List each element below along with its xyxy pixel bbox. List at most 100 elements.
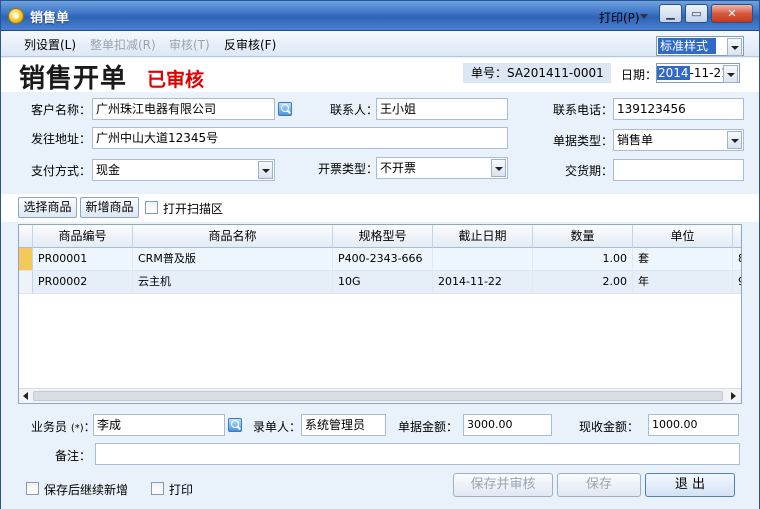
required-marker: (*) — [70, 423, 84, 434]
column-header[interactable]: 单位 — [633, 225, 733, 248]
address-label: 发往地址： — [31, 132, 92, 146]
cell-spec[interactable]: P400-2343-666 — [333, 248, 433, 270]
phone-field[interactable]: 139123456 — [613, 98, 744, 120]
cell-qty[interactable]: 2.00 — [533, 271, 633, 293]
current-row-indicator — [19, 248, 33, 270]
doc-amount-label: 单据金额： — [398, 420, 459, 434]
cell-spec[interactable]: 10G — [333, 271, 433, 293]
salesman-label-text: 业务员 — [31, 420, 68, 434]
delivery-label: 交货期： — [565, 164, 614, 178]
unapprove-menu[interactable]: 反审核(F) — [224, 36, 276, 53]
cell-unit[interactable]: 年 — [633, 271, 733, 293]
row-indicator-header — [19, 225, 33, 248]
search-icon[interactable] — [228, 418, 242, 432]
column-header[interactable]: 截止日期 — [433, 225, 533, 248]
app-icon — [8, 8, 24, 24]
cell-code[interactable]: PR00001 — [33, 248, 133, 270]
save-and-approve-button[interactable]: 保存并审核 — [453, 473, 553, 497]
toolbar: 列设置(L) 整单扣减(R) 审核(T) 反审核(F) — [1, 31, 759, 57]
scan-area-checkbox[interactable] — [145, 201, 158, 214]
chevron-down-icon[interactable] — [258, 161, 273, 179]
cell-overflow[interactable]: 9 — [733, 271, 741, 293]
cell-code[interactable]: PR00002 — [33, 271, 133, 293]
maximize-button[interactable]: ▭ — [685, 4, 708, 23]
doc-number: 单号：SA201411-0001 — [463, 63, 611, 83]
close-button[interactable]: ✕ — [711, 4, 753, 23]
column-settings-menu[interactable]: 列设置(L) — [24, 36, 76, 53]
chevron-down-icon[interactable] — [727, 131, 742, 149]
item-button-bar: 选择商品 新增商品 打开扫描区 — [1, 194, 759, 222]
invoice-select[interactable]: 不开票 — [376, 157, 508, 179]
product-grid: 商品编号 商品名称 规格型号 截止日期 数量 单位 PR00001 CRM普及版… — [18, 224, 742, 404]
print-style-value: 标准样式 — [658, 38, 716, 54]
received-field[interactable]: 1000.00 — [648, 414, 739, 436]
cell-unit[interactable]: 套 — [633, 248, 733, 270]
doc-type-select[interactable]: 销售单 — [613, 129, 744, 151]
doc-amount-field[interactable]: 3000.00 — [463, 414, 552, 436]
grid-header: 商品编号 商品名称 规格型号 截止日期 数量 单位 — [19, 225, 741, 248]
column-header[interactable]: 商品编号 — [33, 225, 133, 248]
invoice-label: 开票类型： — [318, 162, 379, 176]
column-header[interactable]: 数量 — [533, 225, 633, 248]
save-button[interactable]: 保存 — [557, 473, 641, 497]
payment-label: 支付方式： — [31, 164, 92, 178]
approve-menu[interactable]: 审核(T) — [169, 36, 210, 53]
scrollbar-thumb[interactable] — [33, 391, 723, 401]
add-product-button[interactable]: 新增商品 — [80, 197, 139, 218]
sales-order-window: 销售单 ▁ ▭ ✕ 列设置(L) 整单扣减(R) 审核(T) 反审核(F) 打印… — [0, 0, 760, 509]
print-checkbox[interactable] — [151, 482, 164, 495]
payment-value: 现金 — [96, 163, 121, 177]
address-field[interactable]: 广州中山大道12345号 — [92, 127, 508, 149]
recorder-field[interactable]: 系统管理员 — [301, 414, 386, 436]
received-label: 现收金额： — [579, 420, 640, 434]
column-header[interactable]: 规格型号 — [333, 225, 433, 248]
cell-name[interactable]: CRM普及版 — [133, 248, 333, 270]
contact-label: 联系人： — [330, 103, 379, 117]
calendar-dropdown-icon[interactable] — [723, 65, 738, 83]
print-style-select[interactable]: 标准样式 — [656, 36, 744, 56]
payment-select[interactable]: 现金 — [92, 159, 275, 181]
salesman-field[interactable]: 李成 — [93, 414, 225, 436]
date-label: 日期： — [621, 68, 658, 82]
chevron-down-icon[interactable] — [727, 38, 742, 56]
search-icon[interactable] — [278, 102, 292, 116]
page-title: 销售开单 — [19, 64, 128, 94]
footer-panel: 业务员 (*)： 李成 录单人： 系统管理员 单据金额： 3000.00 现收金… — [1, 405, 759, 509]
status-badge: 已审核 — [147, 69, 205, 91]
customer-field[interactable]: 广州珠江电器有限公司 — [92, 98, 275, 120]
cell-overflow[interactable]: 8 — [733, 248, 741, 270]
minimize-button[interactable]: ▁ — [659, 4, 682, 23]
date-field[interactable]: 2014-11-21 — [656, 63, 740, 83]
print-menu[interactable]: 打印(P) — [599, 9, 640, 26]
cell-qty[interactable]: 1.00 — [533, 248, 633, 270]
doc-type-label: 单据类型： — [553, 134, 614, 148]
date-year-selected: 2014 — [657, 66, 690, 80]
horizontal-scrollbar[interactable] — [19, 388, 741, 403]
cell-expiry[interactable]: 2014-11-22 — [433, 271, 533, 293]
contact-field[interactable]: 王小姐 — [376, 98, 508, 120]
discount-menu[interactable]: 整单扣减(R) — [90, 36, 156, 53]
scroll-right-icon[interactable] — [731, 392, 736, 400]
chevron-down-icon[interactable] — [491, 159, 506, 177]
cell-name[interactable]: 云主机 — [133, 271, 333, 293]
exit-button[interactable]: 退 出 — [645, 473, 735, 497]
doc-number-label: 单号： — [471, 66, 508, 80]
print-label: 打印 — [169, 483, 194, 497]
customer-label: 客户名称： — [31, 103, 92, 117]
print-dropdown-icon[interactable] — [640, 14, 648, 19]
window-title: 销售单 — [30, 11, 70, 26]
select-product-button[interactable]: 选择商品 — [18, 197, 77, 218]
continue-add-checkbox[interactable] — [26, 482, 39, 495]
column-header[interactable]: 商品名称 — [133, 225, 333, 248]
scroll-left-icon[interactable] — [23, 392, 28, 400]
doc-type-value: 销售单 — [617, 133, 654, 147]
cell-expiry[interactable] — [433, 248, 533, 270]
table-row[interactable]: PR00001 CRM普及版 P400-2343-666 1.00 套 8 — [19, 248, 741, 271]
table-row[interactable]: PR00002 云主机 10G 2014-11-22 2.00 年 9 — [19, 271, 741, 294]
delivery-field[interactable] — [613, 159, 744, 181]
scan-area-label: 打开扫描区 — [163, 202, 224, 216]
phone-label: 联系电话： — [553, 103, 614, 117]
recorder-label: 录单人： — [253, 420, 302, 434]
remark-label: 备注： — [55, 449, 92, 463]
remark-field[interactable] — [95, 443, 740, 465]
